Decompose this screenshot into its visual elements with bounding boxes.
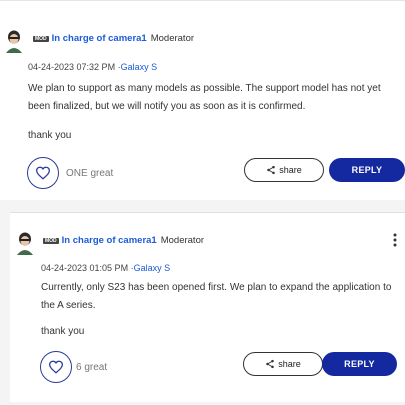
share-label: share	[278, 359, 301, 369]
device-link[interactable]: Galaxy S	[121, 62, 158, 72]
reply-button[interactable]: REPLY	[322, 352, 397, 376]
author-name-link[interactable]: In charge of camera1	[62, 235, 157, 246]
avatar[interactable]	[14, 231, 36, 255]
author-role: Moderator	[160, 235, 205, 246]
post-card: MOD In charge of camera1 Moderator 04-24…	[10, 212, 405, 402]
heart-icon	[48, 360, 64, 374]
post-meta: 04-24-2023 01:05 PM ·Galaxy S	[41, 263, 170, 273]
author-name-link[interactable]: In charge of camera1	[52, 33, 147, 44]
more-vertical-icon[interactable]	[392, 233, 398, 247]
author-row: MOD In charge of camera1 Moderator	[43, 235, 204, 246]
post-closing: thank you	[41, 326, 85, 337]
post-timestamp: 04-24-2023 01:05 PM	[41, 263, 129, 273]
moderator-badge: MOD	[43, 237, 59, 244]
post-card: MOD In charge of camera1 Moderator 04-24…	[0, 0, 405, 200]
post-timestamp: 04-24-2023 07:32 PM	[28, 62, 116, 72]
post-closing: thank you	[28, 130, 72, 141]
share-icon	[266, 359, 274, 369]
like-button[interactable]	[40, 351, 72, 383]
post-meta: 04-24-2023 07:32 PM ·Galaxy S	[28, 62, 157, 72]
post-body: Currently, only S23 has been opened firs…	[41, 282, 392, 311]
reply-button[interactable]: REPLY	[329, 158, 405, 182]
share-button[interactable]: share	[244, 158, 324, 182]
avatar[interactable]	[3, 29, 25, 53]
like-count: 6 great	[76, 362, 108, 373]
moderator-badge: MOD	[33, 35, 49, 42]
share-button[interactable]: share	[243, 352, 323, 376]
share-label: share	[279, 165, 302, 175]
author-role: Moderator	[150, 33, 195, 44]
like-count: ONE great	[66, 168, 114, 179]
post-body: We plan to support as many models as pos…	[28, 83, 381, 112]
like-button[interactable]	[27, 157, 59, 189]
device-link[interactable]: Galaxy S	[134, 263, 171, 273]
share-icon	[267, 165, 275, 175]
author-row: MOD In charge of camera1 Moderator	[33, 33, 194, 44]
heart-icon	[35, 166, 51, 180]
